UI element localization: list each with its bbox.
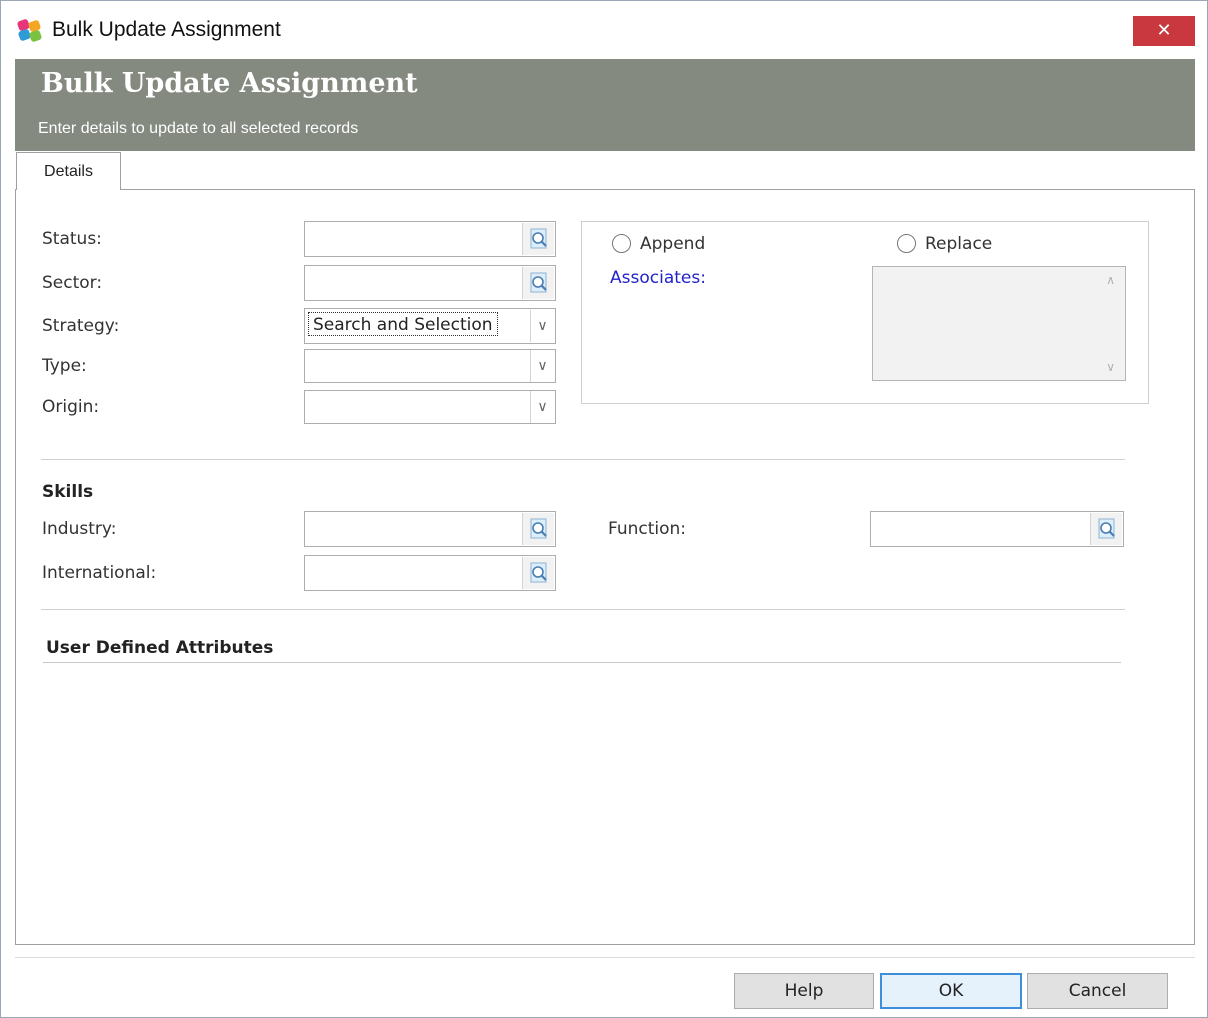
help-button[interactable]: Help bbox=[734, 973, 874, 1009]
type-label: Type: bbox=[42, 356, 87, 376]
header-subtitle: Enter details to update to all selected … bbox=[38, 120, 359, 137]
function-lookup-button[interactable] bbox=[1090, 513, 1122, 545]
close-button[interactable]: ✕ bbox=[1133, 16, 1195, 46]
append-label: Append bbox=[640, 234, 706, 254]
scroll-down-icon[interactable]: ∨ bbox=[1106, 360, 1115, 374]
function-field[interactable] bbox=[870, 511, 1124, 547]
function-label: Function: bbox=[608, 519, 687, 539]
associates-list[interactable]: ∧ ∨ bbox=[872, 266, 1126, 381]
ok-button[interactable]: OK bbox=[880, 973, 1022, 1009]
magnifier-icon bbox=[530, 562, 547, 583]
chevron-down-icon[interactable]: ∨ bbox=[530, 310, 554, 342]
origin-label: Origin: bbox=[42, 397, 100, 417]
origin-select[interactable]: ∨ bbox=[304, 390, 556, 424]
replace-radio[interactable] bbox=[897, 234, 916, 253]
status-label: Status: bbox=[42, 229, 102, 249]
cancel-button[interactable]: Cancel bbox=[1027, 973, 1168, 1009]
type-select[interactable]: ∨ bbox=[304, 349, 556, 383]
associates-label: Associates: bbox=[610, 268, 706, 288]
strategy-selected-value: Search and Selection bbox=[308, 312, 498, 336]
footer-divider bbox=[15, 957, 1195, 958]
sector-label: Sector: bbox=[42, 273, 103, 293]
tab-details[interactable]: Details bbox=[16, 152, 121, 190]
user-defined-attributes-title: User Defined Attributes bbox=[46, 638, 274, 658]
industry-label: Industry: bbox=[42, 519, 117, 539]
international-lookup-button[interactable] bbox=[522, 557, 554, 589]
international-label: International: bbox=[42, 563, 157, 583]
magnifier-icon bbox=[1098, 518, 1115, 539]
magnifier-icon bbox=[530, 228, 547, 249]
skills-title: Skills bbox=[42, 482, 94, 502]
section-divider bbox=[41, 609, 1125, 610]
status-lookup-button[interactable] bbox=[522, 223, 554, 255]
industry-field[interactable] bbox=[304, 511, 556, 547]
sector-field[interactable] bbox=[304, 265, 556, 301]
status-field[interactable] bbox=[304, 221, 556, 257]
attributes-underline bbox=[43, 662, 1121, 663]
chevron-down-icon[interactable]: ∨ bbox=[530, 391, 554, 423]
sector-lookup-button[interactable] bbox=[522, 267, 554, 299]
append-radio[interactable] bbox=[612, 234, 631, 253]
international-field[interactable] bbox=[304, 555, 556, 591]
window-title: Bulk Update Assignment bbox=[52, 18, 281, 41]
strategy-label: Strategy: bbox=[42, 316, 120, 336]
scroll-up-icon[interactable]: ∧ bbox=[1106, 273, 1115, 287]
header-title: Bulk Update Assignment bbox=[41, 68, 418, 99]
magnifier-icon bbox=[530, 518, 547, 539]
app-logo-icon bbox=[16, 18, 43, 43]
chevron-down-icon[interactable]: ∨ bbox=[530, 350, 554, 382]
industry-lookup-button[interactable] bbox=[522, 513, 554, 545]
strategy-select[interactable]: Search and Selection ∨ bbox=[304, 308, 556, 344]
section-divider bbox=[41, 459, 1125, 460]
magnifier-icon bbox=[530, 272, 547, 293]
replace-label: Replace bbox=[925, 234, 993, 254]
